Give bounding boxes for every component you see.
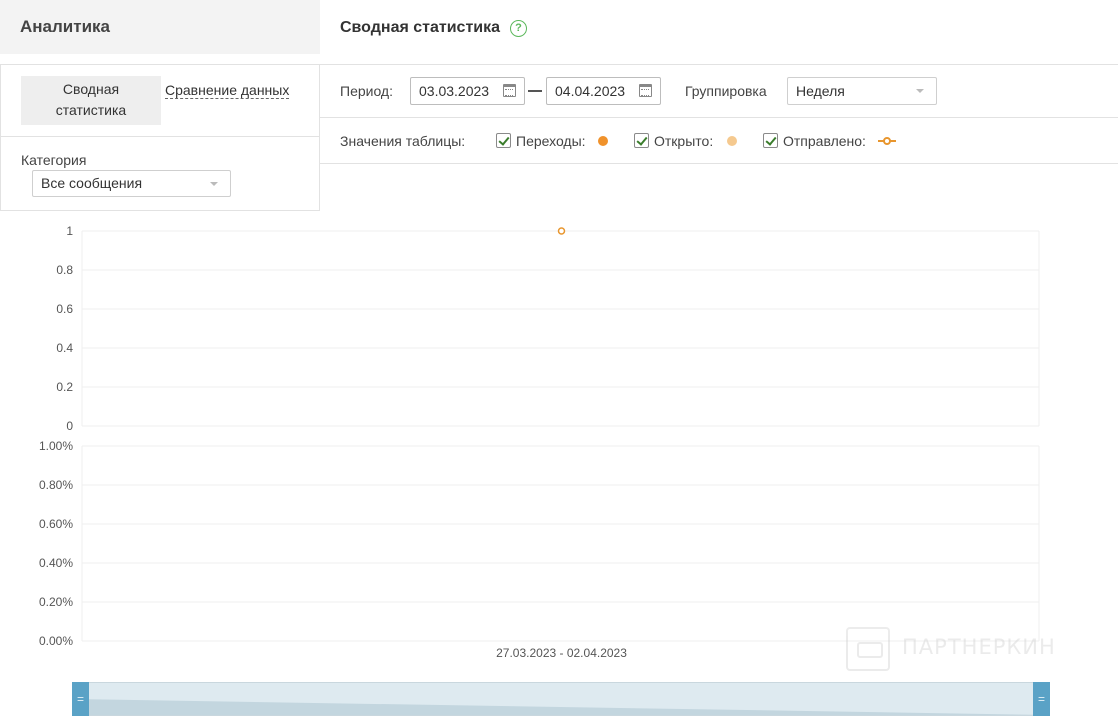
checkbox-opened[interactable]: [634, 133, 649, 148]
grouping-select[interactable]: Неделя: [787, 77, 937, 105]
checkbox-clicks[interactable]: [496, 133, 511, 148]
opened-legend-dot: [727, 136, 737, 146]
checkbox-clicks-label[interactable]: Переходы:: [516, 133, 586, 149]
y-tick-label: 0.4: [56, 341, 73, 355]
table-values-label: Значения таблицы:: [340, 133, 466, 149]
sidebar-panel: Сводная статистика Сравнение данных Кате…: [0, 64, 320, 211]
y-tick-label: 0.6: [56, 302, 73, 316]
calendar-icon[interactable]: [503, 84, 516, 97]
caret-down-icon: [210, 182, 218, 186]
sent-legend-marker: [878, 135, 896, 147]
period-from-value: 03.03.2023: [419, 83, 490, 99]
page-title-text: Сводная статистика: [340, 19, 501, 36]
chart-navigator[interactable]: [72, 682, 1050, 716]
sidebar-divider: [1, 136, 320, 137]
clicks-legend-dot: [598, 136, 608, 146]
caret-down-icon: [916, 89, 924, 93]
x-tick-label: 27.03.2023 - 02.04.2023: [496, 646, 627, 660]
y-tick-label: 0.60%: [39, 517, 73, 531]
category-select-value: Все сообщения: [41, 175, 143, 191]
y-tick-label: 0.2: [56, 380, 73, 394]
category-select[interactable]: Все сообщения: [32, 170, 231, 197]
watermark-text: ПАРТНЕРКИН: [902, 635, 1056, 659]
navigator-series: [73, 699, 1049, 715]
partnerkin-logo-icon: [846, 627, 890, 671]
checkbox-opened-label[interactable]: Открыто:: [654, 133, 713, 149]
sidebar-title: Аналитика: [20, 17, 110, 36]
statistics-chart: 1 0.8 0.6 0.4 0.2 0 1.00% 0.80% 0.60% 0.40% 0.20% 0…: [39, 224, 1040, 660]
period-dash: [528, 90, 542, 92]
y-tick-label: 0.8: [56, 263, 73, 277]
navigator-handle-right[interactable]: =: [1033, 682, 1050, 716]
filter-divider: [320, 117, 1118, 118]
period-to-input[interactable]: 04.04.2023: [546, 77, 661, 105]
y-tick-label: 1.00%: [39, 439, 73, 453]
watermark: ПАРТНЕРКИН: [846, 627, 1076, 677]
period-from-input[interactable]: 03.03.2023: [410, 77, 525, 105]
tab-data-comparison[interactable]: Сравнение данных: [165, 82, 290, 99]
navigator-handle-left[interactable]: =: [72, 682, 89, 716]
y-tick-label: 1: [66, 224, 73, 238]
y-tick-label: 0.80%: [39, 478, 73, 492]
page-title: Сводная статистика ?: [340, 19, 528, 37]
question-circle-icon[interactable]: ?: [510, 19, 528, 37]
tab-summary-statistics[interactable]: Сводная статистика: [21, 76, 161, 125]
tab-summary-label-line1: Сводная: [62, 81, 120, 97]
period-label: Период:: [340, 83, 393, 99]
y-tick-label: 0: [66, 419, 73, 433]
checkbox-sent-label[interactable]: Отправлено:: [783, 133, 866, 149]
grouping-select-value: Неделя: [796, 83, 845, 99]
sidebar-header: Аналитика: [0, 0, 320, 54]
period-to-value: 04.04.2023: [555, 83, 626, 99]
y-tick-label: 0.00%: [39, 634, 73, 648]
navigator-area: [73, 699, 1049, 715]
y-tick-label: 0.40%: [39, 556, 73, 570]
data-point: [557, 227, 566, 235]
values-divider: [320, 163, 1118, 164]
y-tick-label: 0.20%: [39, 595, 73, 609]
grouping-label: Группировка: [685, 83, 767, 99]
tab-summary-label-line2: статистика: [55, 102, 127, 118]
calendar-icon[interactable]: [639, 84, 652, 97]
checkbox-sent[interactable]: [763, 133, 778, 148]
category-label: Категория: [21, 152, 87, 168]
